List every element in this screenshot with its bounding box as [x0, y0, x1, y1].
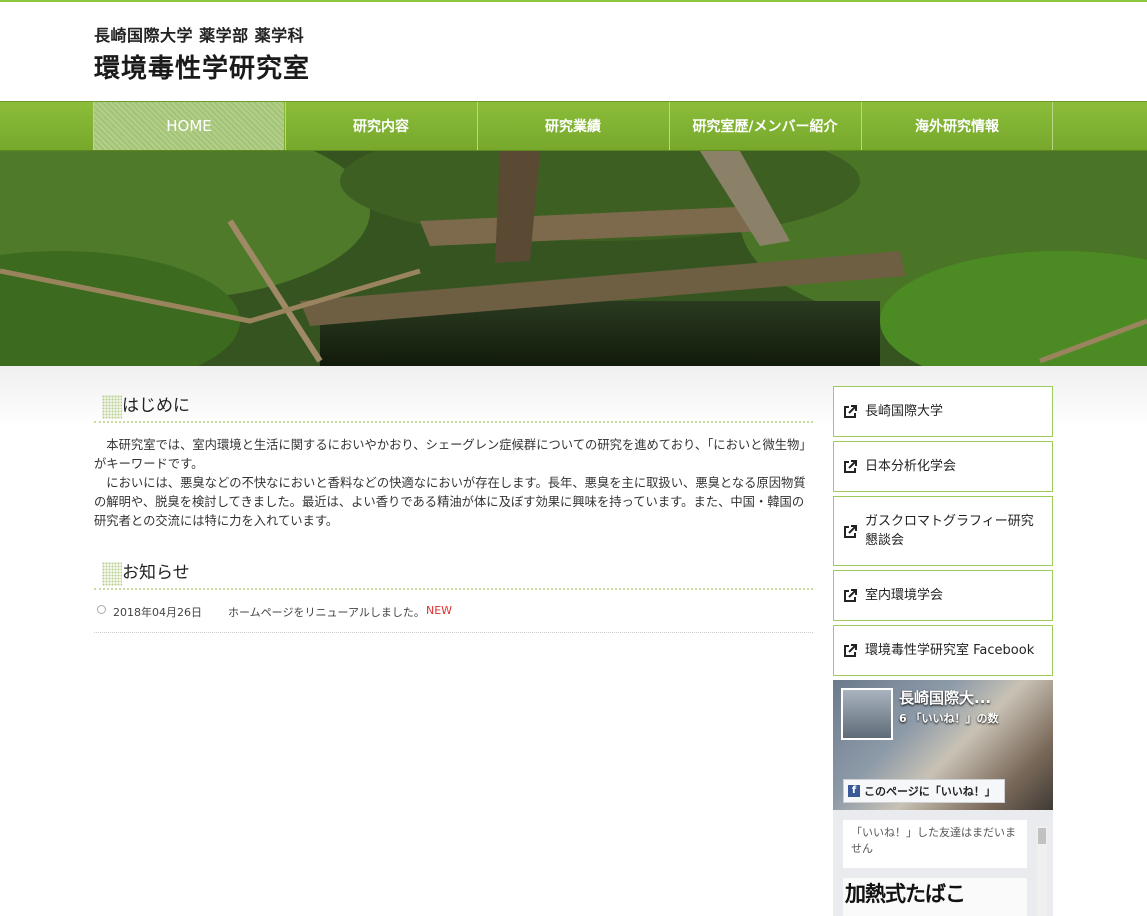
- sidebar-link-label: ガスクロマトグラフィー研究懇談会: [865, 514, 1034, 548]
- news-heading: お知らせ: [94, 558, 813, 590]
- heading-dots-decoration: [102, 395, 122, 419]
- new-badge: NEW: [426, 604, 453, 617]
- hero-forest-image: [0, 151, 1147, 366]
- external-link-icon: [844, 525, 857, 538]
- site-subtitle: 長崎国際大学 薬学部 薬学科: [94, 26, 305, 45]
- sidebar-link-niu[interactable]: 長崎国際大学: [833, 386, 1053, 437]
- external-link-icon: [844, 405, 857, 418]
- heading-dots-decoration: [102, 562, 122, 586]
- intro-text: 本研究室では、室内環境と生活に関するにおいやかおり、シェーグレン症候群についての…: [94, 436, 813, 531]
- facebook-like-button[interactable]: f このページに「いいね！」: [843, 779, 1005, 803]
- news-heading-label: お知らせ: [122, 563, 190, 583]
- sidebar-link-label: 長崎国際大学: [865, 404, 944, 419]
- forest-illustration: [0, 151, 1147, 366]
- facebook-page-name[interactable]: 長崎国際大...: [899, 687, 991, 708]
- external-link-icon: [844, 460, 857, 473]
- intro-paragraph: においには、悪臭などの不快なにおいと香料などの快適なにおいが存在します。長年、悪…: [94, 476, 806, 528]
- external-link-icon: [844, 644, 857, 657]
- news-date: 2018年04月26日: [113, 606, 202, 619]
- sidebar-link-label: 日本分析化学会: [865, 459, 957, 474]
- nav-history-members[interactable]: 研究室歴/メンバー紹介: [669, 102, 860, 150]
- facebook-post-headline: 加熱式たばこ: [845, 882, 966, 906]
- facebook-friends-message: 「いいね！」した友達はまだいません: [843, 820, 1027, 868]
- facebook-feed-scrollbar[interactable]: [1037, 826, 1047, 916]
- nav-divider: [1052, 102, 1053, 150]
- facebook-page-avatar[interactable]: [841, 688, 893, 740]
- nav-overseas[interactable]: 海外研究情報: [861, 102, 1052, 150]
- intro-heading: はじめに: [94, 391, 813, 423]
- news-item[interactable]: 2018年04月26日 ホームページをリニューアルしました。 NEW: [94, 602, 813, 633]
- intro-heading-label: はじめに: [122, 396, 190, 416]
- sidebar-link-label: 室内環境学会: [865, 588, 944, 603]
- global-nav: HOME 研究内容 研究業績 研究室歴/メンバー紹介 海外研究情報: [0, 101, 1147, 151]
- nav-research[interactable]: 研究内容: [285, 102, 476, 150]
- sidebar-link-gc-society[interactable]: ガスクロマトグラフィー研究懇談会: [833, 496, 1053, 566]
- scrollbar-thumb[interactable]: [1038, 828, 1046, 844]
- nav-achievements[interactable]: 研究業績: [477, 102, 668, 150]
- external-link-icon: [844, 589, 857, 602]
- bullet-icon: [97, 605, 106, 614]
- sidebar-link-indoor-env[interactable]: 室内環境学会: [833, 570, 1053, 621]
- facebook-like-count: 6 「いいね！」の数: [899, 712, 999, 725]
- facebook-icon: f: [848, 785, 860, 797]
- sidebar-link-jsac[interactable]: 日本分析化学会: [833, 441, 1053, 492]
- facebook-post-preview[interactable]: 加熱式たばこ: [843, 878, 1027, 916]
- facebook-page-widget: 長崎国際大... 6 「いいね！」の数 f このページに「いいね！」 「いいね！…: [833, 680, 1053, 916]
- site-header: 長崎国際大学 薬学部 薬学科 環境毒性学研究室: [0, 2, 1147, 101]
- facebook-like-label: このページに「いいね！」: [864, 785, 996, 798]
- nav-home[interactable]: HOME: [93, 102, 284, 150]
- sidebar-link-facebook[interactable]: 環境毒性学研究室 Facebook: [833, 625, 1053, 676]
- site-title[interactable]: 環境毒性学研究室: [94, 48, 310, 85]
- sidebar-link-label: 環境毒性学研究室 Facebook: [865, 643, 1035, 658]
- news-text[interactable]: ホームページをリニューアルしました。: [228, 604, 425, 620]
- intro-paragraph: 本研究室では、室内環境と生活に関するにおいやかおり、シェーグレン症候群についての…: [94, 438, 812, 471]
